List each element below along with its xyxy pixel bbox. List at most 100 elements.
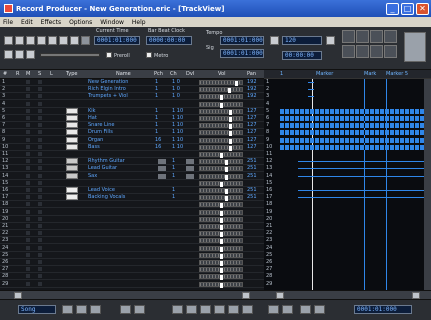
maximize-button[interactable]: □	[401, 2, 414, 15]
volume-slider[interactable]	[199, 202, 243, 208]
mute-toggle[interactable]	[26, 267, 30, 271]
tool-icon-7[interactable]	[186, 305, 197, 314]
solo-toggle[interactable]	[38, 195, 42, 199]
header-name[interactable]: Name	[116, 71, 131, 77]
solo-toggle[interactable]	[38, 231, 42, 235]
arrange-row[interactable]	[278, 223, 431, 230]
tool-icon-11[interactable]	[242, 305, 253, 314]
track-row[interactable]: 28	[0, 273, 264, 280]
solo-toggle[interactable]	[38, 253, 42, 257]
delay-block[interactable]	[186, 166, 194, 171]
arrange-scroll-left-button[interactable]	[276, 292, 284, 299]
track-pch[interactable]: 1	[155, 122, 158, 128]
track-channel[interactable]: 1 10	[172, 144, 183, 150]
grid-button-1[interactable]	[342, 30, 355, 43]
track-name[interactable]: Rich Elgin Intro	[88, 86, 150, 92]
tool-icon-10[interactable]	[228, 305, 239, 314]
arrange-row[interactable]	[278, 230, 431, 237]
track-name[interactable]: Bass	[88, 144, 150, 150]
track-channel[interactable]: 1 10	[172, 129, 183, 135]
forward-end-button[interactable]	[59, 36, 68, 45]
solo-toggle[interactable]	[38, 87, 42, 91]
track-row[interactable]: 4	[0, 101, 264, 108]
audio-clip[interactable]	[298, 190, 430, 191]
solo-toggle[interactable]	[38, 145, 42, 149]
arrange-row[interactable]	[278, 86, 431, 93]
tool-icon-13[interactable]	[282, 305, 293, 314]
tool-icon-8[interactable]	[200, 305, 211, 314]
track-channel[interactable]: 1	[172, 173, 175, 179]
position-slider[interactable]	[40, 53, 100, 57]
arrange-row[interactable]	[278, 281, 431, 288]
volume-slider[interactable]	[199, 217, 243, 223]
grid-button-6[interactable]	[356, 45, 369, 58]
track-name[interactable]: New Generation	[88, 79, 150, 85]
track-pan[interactable]: 127	[247, 137, 257, 143]
arrange-row[interactable]	[278, 158, 431, 165]
volume-slider[interactable]	[199, 123, 243, 129]
track-pch[interactable]: 1	[155, 108, 158, 114]
arrange-row[interactable]	[278, 201, 431, 208]
tempo-down-button[interactable]	[270, 36, 279, 45]
header-pan[interactable]: Pan	[247, 71, 256, 77]
arrange-row[interactable]	[278, 194, 431, 201]
volume-slider[interactable]	[199, 87, 243, 93]
header-rec[interactable]: R	[16, 71, 19, 77]
track-pch[interactable]: 1	[155, 86, 158, 92]
midi-clip[interactable]	[280, 123, 430, 128]
mute-toggle[interactable]	[26, 253, 30, 257]
volume-knob[interactable]	[220, 239, 223, 244]
track-name[interactable]: Lead Voice	[88, 187, 150, 193]
track-row[interactable]: 19	[0, 209, 264, 216]
mute-toggle[interactable]	[26, 94, 30, 98]
mute-toggle[interactable]	[26, 80, 30, 84]
arrange-scrollbar[interactable]	[264, 290, 431, 299]
track-channel[interactable]: 1	[172, 165, 175, 171]
track-pan[interactable]: 251	[247, 194, 257, 200]
solo-toggle[interactable]	[38, 282, 42, 286]
midi-clip[interactable]	[280, 116, 430, 121]
solo-toggle[interactable]	[38, 217, 42, 221]
track-pan[interactable]: 127	[247, 129, 257, 135]
header-type[interactable]: Type	[66, 71, 77, 77]
track-row[interactable]: 14 Sax 1 251	[0, 173, 264, 180]
track-name[interactable]: Sax	[88, 173, 150, 179]
volume-slider[interactable]	[199, 102, 243, 108]
menu-effects[interactable]: Effects	[41, 19, 61, 26]
mute-toggle[interactable]	[26, 274, 30, 278]
solo-toggle[interactable]	[38, 94, 42, 98]
tempo-up-button[interactable]	[326, 36, 335, 45]
mute-toggle[interactable]	[26, 130, 30, 134]
patch-block[interactable]	[158, 166, 166, 171]
rewind-start-button[interactable]	[4, 36, 13, 45]
track-row[interactable]: 18	[0, 201, 264, 208]
solo-toggle[interactable]	[38, 188, 42, 192]
solo-toggle[interactable]	[38, 246, 42, 250]
arrange-row[interactable]	[278, 151, 431, 158]
solo-toggle[interactable]	[38, 274, 42, 278]
tool-icon-1[interactable]	[62, 305, 73, 314]
track-channel[interactable]: 1	[172, 158, 175, 164]
header-vol[interactable]: Vol	[218, 71, 225, 77]
track-row[interactable]: 9 Organ 16 1 10 127	[0, 137, 264, 144]
mute-toggle[interactable]	[26, 195, 30, 199]
volume-slider[interactable]	[199, 246, 243, 252]
solo-toggle[interactable]	[38, 181, 42, 185]
volume-knob[interactable]	[220, 275, 223, 280]
volume-slider[interactable]	[199, 116, 243, 122]
mute-toggle[interactable]	[26, 210, 30, 214]
mute-toggle[interactable]	[26, 166, 30, 170]
midi-clip[interactable]	[280, 145, 430, 150]
solo-toggle[interactable]	[38, 159, 42, 163]
arrange-row[interactable]	[278, 101, 431, 108]
track-pch[interactable]: 1	[155, 93, 158, 99]
track-pan[interactable]: 192	[247, 86, 257, 92]
track-name[interactable]: Organ	[88, 137, 150, 143]
track-row[interactable]: 23	[0, 237, 264, 244]
menu-help[interactable]: Help	[132, 19, 146, 26]
solo-toggle[interactable]	[38, 109, 42, 113]
record-button[interactable]	[70, 36, 79, 45]
solo-toggle[interactable]	[38, 152, 42, 156]
track-row[interactable]: 7 Snare Line 1 1 10 127	[0, 122, 264, 129]
solo-toggle[interactable]	[38, 202, 42, 206]
